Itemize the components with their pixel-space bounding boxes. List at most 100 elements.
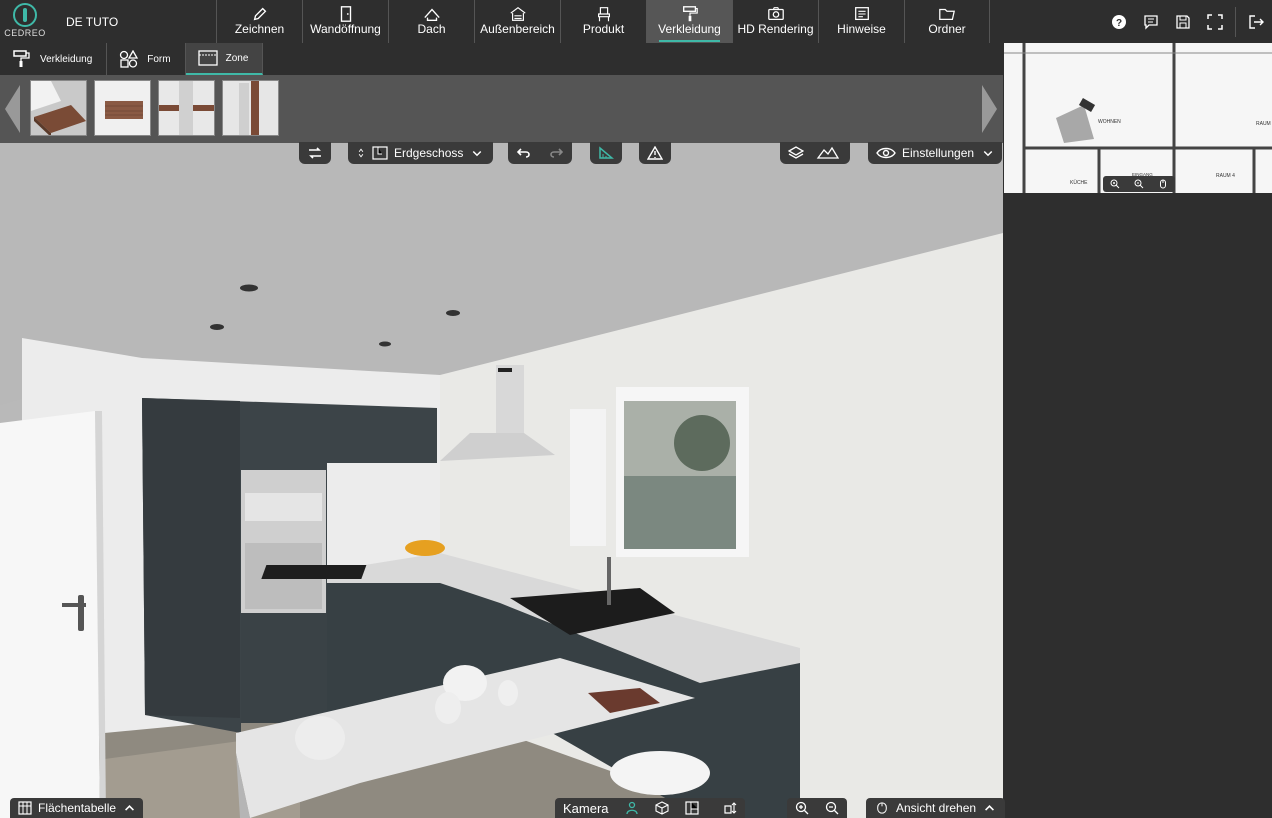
logo-icon: [13, 3, 37, 27]
menu-hd-rendering[interactable]: HD Rendering: [732, 0, 818, 43]
settings-label: Einstellungen: [902, 146, 975, 160]
roof-icon: [389, 0, 474, 22]
main-menu: Zeichnen Wandöffnung Dach Außenbereich P…: [216, 0, 990, 43]
3d-viewport[interactable]: [0, 143, 1003, 818]
warning-icon: [647, 146, 663, 160]
menu-label: Zeichnen: [234, 22, 285, 36]
settings-dropdown[interactable]: Einstellungen: [868, 142, 1003, 164]
fullscreen-icon[interactable]: [1199, 0, 1231, 43]
chevron-up-icon: [985, 804, 995, 811]
logo-text: CEDREO: [4, 28, 46, 38]
chevron-left-icon[interactable]: [2, 83, 24, 135]
menu-label: Hinweise: [837, 22, 886, 36]
floor-select[interactable]: Erdgeschoss: [348, 142, 494, 164]
notes-icon: [819, 0, 904, 22]
folder-icon: [905, 0, 989, 22]
chevron-down-icon: [983, 150, 993, 157]
chevron-up-icon: [125, 804, 135, 811]
box-view-icon[interactable]: [647, 801, 677, 815]
chevron-right-icon[interactable]: [978, 83, 1000, 135]
camera-bar: Kamera: [555, 798, 745, 818]
sub-tabs: Verkleidung Form Zone: [0, 43, 1003, 75]
zoom-in-icon[interactable]: [1103, 179, 1127, 189]
warning-button[interactable]: [639, 142, 671, 164]
surface-table-label: Flächentabelle: [38, 801, 117, 815]
room-label: RAUM 4: [1216, 173, 1235, 179]
paint-roller-icon: [13, 50, 30, 67]
logout-icon[interactable]: [1240, 0, 1272, 43]
menu-dach[interactable]: Dach: [388, 0, 474, 43]
chair-icon: [561, 0, 646, 22]
texture-thumbnail[interactable]: [158, 80, 215, 136]
floorplan-view-icon[interactable]: [677, 801, 707, 815]
measure-button[interactable]: [590, 142, 622, 164]
layers-icon[interactable]: [788, 146, 804, 160]
help-icon[interactable]: ?: [1103, 0, 1135, 43]
menu-zeichnen[interactable]: Zeichnen: [216, 0, 302, 43]
person-view-icon[interactable]: [617, 801, 647, 815]
ruler-icon: [599, 146, 614, 159]
zoom-out-icon[interactable]: [817, 801, 847, 815]
camera-label[interactable]: Kamera: [555, 801, 617, 816]
texture-thumbnail[interactable]: [94, 80, 151, 136]
tab-verkleidung[interactable]: Verkleidung: [0, 43, 108, 75]
project-name[interactable]: DE TUTO: [66, 15, 118, 29]
surface-table-toggle[interactable]: Flächentabelle: [10, 798, 144, 818]
menu-label: Außenbereich: [480, 22, 555, 36]
menu-label: Wandöffnung: [310, 22, 381, 36]
room-label: KÜCHE: [1070, 179, 1088, 186]
menu-aussenbereich[interactable]: Außenbereich: [474, 0, 560, 43]
camera-height-icon[interactable]: [707, 801, 745, 815]
chat-icon[interactable]: [1135, 0, 1167, 43]
zoom-bar: [787, 798, 847, 818]
chevron-down-icon: [473, 150, 482, 157]
svg-text:?: ?: [1116, 18, 1122, 29]
room-label: RAUM: [1256, 121, 1271, 127]
zoom-in-icon[interactable]: [787, 801, 817, 815]
menu-wandoeffnung[interactable]: Wandöffnung: [302, 0, 388, 43]
menu-label: Produkt: [582, 22, 625, 36]
shapes-icon: [120, 50, 139, 68]
menu-produkt[interactable]: Produkt: [560, 0, 646, 43]
eye-icon: [876, 147, 896, 159]
right-panel: [1004, 193, 1272, 818]
redo-icon[interactable]: [548, 146, 564, 160]
rotate-view-toggle[interactable]: Ansicht drehen: [866, 798, 1006, 818]
texture-thumbnail[interactable]: [30, 80, 87, 136]
zoom-out-icon[interactable]: [1127, 179, 1151, 189]
camera-icon: [733, 0, 818, 22]
undo-redo-group: [508, 142, 572, 164]
rotate-view-label: Ansicht drehen: [896, 801, 977, 815]
tab-form[interactable]: Form: [107, 43, 186, 75]
cedreo-logo[interactable]: CEDREO: [4, 3, 46, 41]
texture-thumbnail[interactable]: [222, 80, 279, 136]
table-icon: [18, 801, 32, 815]
texture-strip: [0, 75, 1003, 143]
divider: [1235, 6, 1236, 37]
menu-label: Verkleidung: [658, 22, 721, 36]
tab-label: Form: [147, 53, 171, 65]
top-bar: CEDREO DE TUTO Zeichnen Wandöffnung Dach…: [0, 0, 1272, 43]
menu-label: Ordner: [928, 22, 966, 36]
door-icon: [303, 0, 388, 22]
menu-verkleidung[interactable]: Verkleidung: [646, 0, 732, 43]
pencil-icon: [217, 0, 302, 22]
terrain-icon[interactable]: [814, 146, 842, 160]
paint-roller-icon: [647, 0, 732, 22]
sort-arrows-icon: [358, 148, 364, 158]
menu-hinweise[interactable]: Hinweise: [818, 0, 904, 43]
swap-icon: [309, 147, 321, 159]
tab-label: Zone: [225, 52, 249, 64]
menu-ordner[interactable]: Ordner: [904, 0, 990, 43]
tab-label: Verkleidung: [40, 53, 93, 65]
swap-view-button[interactable]: [299, 142, 331, 164]
tab-zone[interactable]: Zone: [185, 43, 264, 75]
mouse-icon: [877, 802, 887, 814]
mouse-icon[interactable]: [1151, 179, 1175, 189]
save-icon[interactable]: [1167, 0, 1199, 43]
floor-plan-minimap[interactable]: WOHNEN RAUM KÜCHE RAUM 4 EINGANG: [1004, 43, 1272, 193]
minimap-tools: [1103, 176, 1175, 192]
undo-icon[interactable]: [516, 146, 532, 160]
floor-plan-drawing: WOHNEN RAUM KÜCHE RAUM 4 EINGANG: [1004, 43, 1272, 193]
menu-label: HD Rendering: [737, 22, 814, 36]
